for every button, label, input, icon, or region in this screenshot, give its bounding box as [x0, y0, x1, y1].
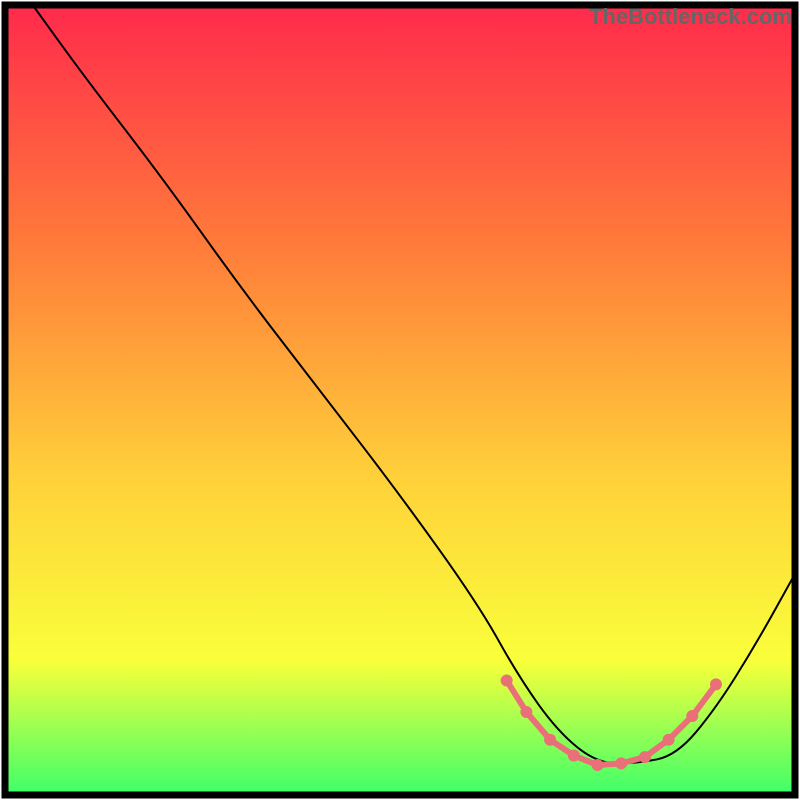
highlight-dot	[568, 750, 580, 762]
bottleneck-chart	[0, 0, 800, 800]
highlight-dot	[663, 734, 675, 746]
chart-container: TheBottleneck.com	[0, 0, 800, 800]
highlight-dot	[520, 706, 532, 718]
highlight-dot	[544, 734, 556, 746]
highlight-dot	[639, 751, 651, 763]
chart-background-gradient	[5, 5, 795, 795]
watermark-text: TheBottleneck.com	[589, 4, 792, 30]
highlight-dot	[710, 678, 722, 690]
highlight-dot	[615, 757, 627, 769]
highlight-dot	[501, 674, 513, 686]
highlight-dot	[686, 710, 698, 722]
highlight-dot	[592, 759, 604, 771]
